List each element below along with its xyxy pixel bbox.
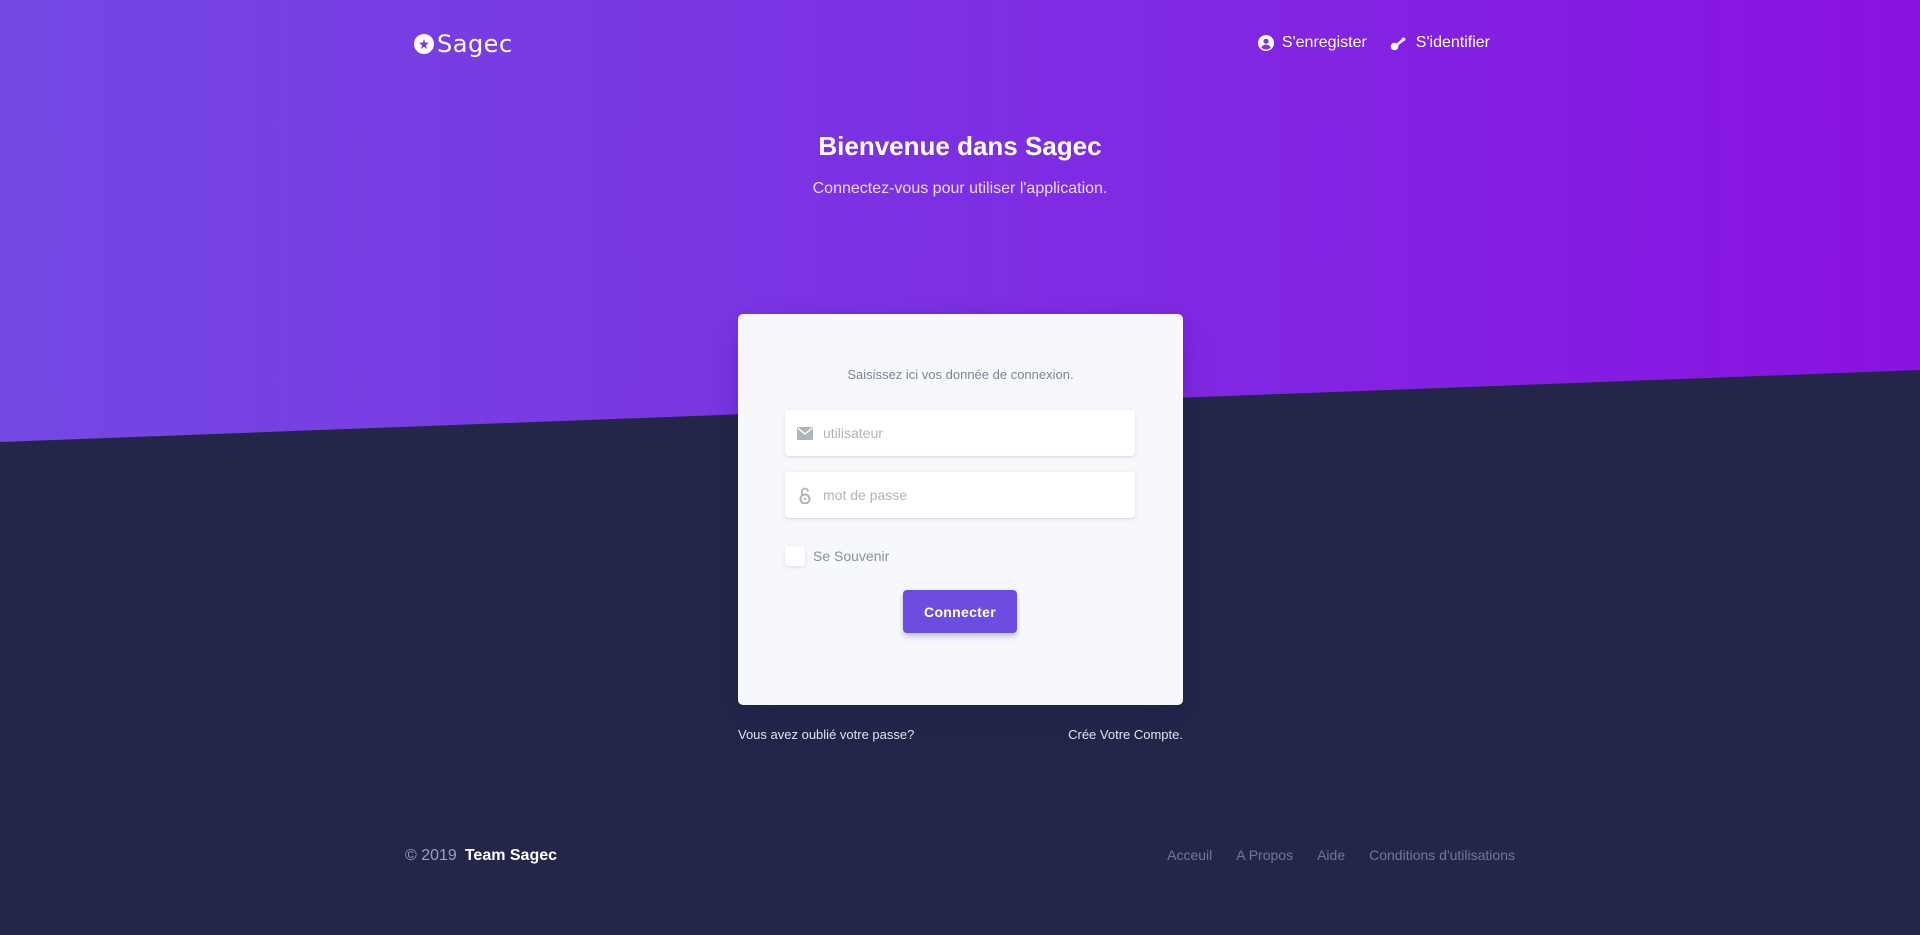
connect-button[interactable]: Connecter [903,590,1017,633]
team-link[interactable]: Team Sagec [465,847,557,865]
user-circle-icon [1257,35,1274,51]
brand-name: Sagec [437,30,513,58]
register-link[interactable]: S'enregister [1257,34,1367,52]
page-subtitle: Connectez-vous pour utiliser l'applicati… [812,180,1108,197]
login-card: Saisissez ici vos donnée de connexion. S… [738,314,1183,705]
register-label: S'enregister [1281,34,1367,51]
lock-open-icon [785,487,823,504]
key-icon [1390,35,1408,51]
password-field [785,472,1135,518]
footer-nav: Acceuil A Propos Aide Conditions d'utili… [1167,847,1515,863]
forgot-password-link[interactable]: Vous avez oublié votre passe? [738,727,914,742]
brand-logo[interactable]: Sagec [414,30,513,58]
copyright-text: © 2019 [405,847,457,864]
password-input[interactable] [823,472,1135,518]
footer-link-terms[interactable]: Conditions d'utilisations [1369,847,1515,863]
star-badge-icon [414,34,434,54]
login-link[interactable]: S'identifier [1390,34,1490,52]
username-field [785,410,1135,456]
remember-me[interactable]: Se Souvenir [785,546,889,566]
remember-checkbox[interactable] [785,546,805,566]
page-title: Bienvenue dans Sagec [818,131,1102,161]
login-label: S'identifier [1415,34,1490,51]
footer-link-about[interactable]: A Propos [1236,847,1293,863]
login-hint: Saisissez ici vos donnée de connexion. [847,367,1074,382]
footer-copyright: © 2019 Team Sagec [405,847,557,865]
create-account-link[interactable]: Crée Votre Compte. [1068,727,1183,742]
username-input[interactable] [823,410,1135,456]
navbar: Sagec S'enregister S'identifier [414,28,1490,60]
footer-link-help[interactable]: Aide [1317,847,1345,863]
envelope-icon [785,426,823,440]
footer-link-home[interactable]: Acceuil [1167,847,1212,863]
remember-label: Se Souvenir [813,548,890,564]
nav-links: S'enregister S'identifier [1257,34,1490,52]
